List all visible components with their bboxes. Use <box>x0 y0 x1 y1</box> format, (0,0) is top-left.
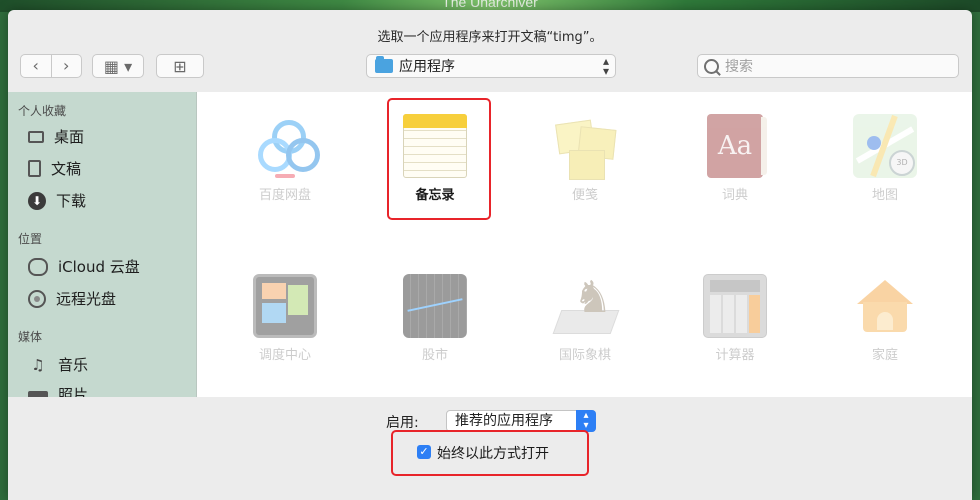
sidebar-item-music[interactable]: ♫ 音乐 <box>28 354 88 375</box>
sidebar-item-label: 下载 <box>56 192 87 210</box>
baidu-netdisk-icon <box>253 114 320 178</box>
photos-icon <box>28 390 48 397</box>
sidebar-item-label: 远程光盘 <box>56 290 117 308</box>
app-label: 国际象棋 <box>558 348 611 363</box>
sidebar-section-media: 媒体 <box>18 330 43 344</box>
back-forward-group: ‹ › <box>20 54 82 78</box>
dialog-prompt: 选取一个应用程序来打开文稿“timg”。 <box>377 30 603 45</box>
sidebar-section-locations: 位置 <box>18 232 43 246</box>
back-button[interactable]: ‹ <box>21 55 51 77</box>
always-open-label[interactable]: 始终以此方式打开 <box>437 443 549 463</box>
app-stocks[interactable]: 股市 <box>375 274 495 363</box>
documents-icon <box>28 160 41 177</box>
app-maps[interactable]: 3D 地图 <box>825 114 945 203</box>
app-baidu-netdisk[interactable]: 百度网盘 <box>225 114 345 203</box>
sidebar-item-label: 文稿 <box>51 160 82 178</box>
stickies-icon <box>553 114 617 180</box>
enable-label: 启用: <box>386 415 419 431</box>
background-window-title: The Unarchiver <box>442 0 538 10</box>
app-label: 地图 <box>871 188 898 203</box>
app-label: 备忘录 <box>415 188 455 203</box>
app-mission-control[interactable]: 调度中心 <box>225 274 345 363</box>
updown-arrows-icon: ▴ ▾ <box>576 410 596 432</box>
sidebar-item-desktop[interactable]: 桌面 <box>28 126 84 147</box>
search-field[interactable]: 搜索 <box>697 54 959 78</box>
desktop-icon <box>28 130 44 143</box>
app-label: 计算器 <box>715 348 755 363</box>
sidebar-item-documents[interactable]: 文稿 <box>28 158 81 179</box>
app-stickies[interactable]: 便笺 <box>525 114 645 203</box>
application-grid: 百度网盘 备忘录 便笺 Aa 词典 3D 地图 调度中心 股市 ♞ 国际象棋 计… <box>197 92 972 397</box>
always-open-checkbox[interactable]: ✓ <box>417 445 431 459</box>
maps-icon: 3D <box>853 114 917 178</box>
compass-label: 3D <box>889 150 915 176</box>
updown-arrows-icon: ▴ ▾ <box>602 54 609 78</box>
app-calculator[interactable]: 计算器 <box>675 274 795 363</box>
app-dictionary[interactable]: Aa 词典 <box>675 114 795 203</box>
folder-icon <box>375 56 393 73</box>
music-icon: ♫ <box>31 355 45 374</box>
app-chess[interactable]: ♞ 国际象棋 <box>525 274 645 363</box>
disc-icon <box>28 289 46 308</box>
app-label: 调度中心 <box>258 348 311 363</box>
download-icon: ⬇ <box>28 191 46 210</box>
chess-icon: ♞ <box>552 274 620 338</box>
location-label: 应用程序 <box>399 59 455 75</box>
sidebar-item-photos[interactable]: 照片 <box>28 384 88 397</box>
forward-button[interactable]: › <box>52 55 82 77</box>
enable-select[interactable]: 推荐的应用程序 ▴ ▾ <box>446 410 596 432</box>
enable-select-value: 推荐的应用程序 <box>455 413 553 429</box>
sidebar-section-favorites: 个人收藏 <box>18 104 67 118</box>
app-notes[interactable]: 备忘录 <box>375 114 495 203</box>
sidebar: 个人收藏 桌面 文稿 ⬇ 下载 位置 iCloud 云盘 远程光盘 媒体 ♫ 音… <box>8 92 197 397</box>
calculator-icon <box>703 274 767 338</box>
home-icon <box>853 274 917 338</box>
app-label: 股市 <box>421 348 448 363</box>
app-label: 百度网盘 <box>258 188 311 203</box>
stocks-icon <box>403 274 467 338</box>
sidebar-item-label: 音乐 <box>58 356 89 374</box>
new-folder-button[interactable]: ⊞ <box>156 54 204 78</box>
mission-control-icon <box>253 274 317 338</box>
app-home[interactable]: 家庭 <box>825 274 945 363</box>
view-options-button[interactable]: ▦ ▾ <box>92 54 144 78</box>
sidebar-item-label: 照片 <box>58 386 89 397</box>
icloud-icon <box>28 257 48 276</box>
location-popup[interactable]: 应用程序 ▴ ▾ <box>366 54 616 78</box>
sidebar-item-label: iCloud 云盘 <box>58 258 140 276</box>
app-label: 家庭 <box>871 348 898 363</box>
search-icon <box>704 58 719 74</box>
sidebar-item-icloud[interactable]: iCloud 云盘 <box>28 256 140 277</box>
open-with-dialog: 选取一个应用程序来打开文稿“timg”。 ‹ › ▦ ▾ ⊞ 应用程序 ▴ ▾ 搜… <box>8 10 972 500</box>
notes-icon <box>403 114 467 178</box>
search-placeholder: 搜索 <box>725 59 753 75</box>
dictionary-icon: Aa <box>707 114 767 178</box>
sidebar-item-remote-disc[interactable]: 远程光盘 <box>28 288 116 309</box>
app-label: 词典 <box>721 188 748 203</box>
sidebar-item-downloads[interactable]: ⬇ 下载 <box>28 190 86 211</box>
app-label: 便笺 <box>571 188 598 203</box>
sidebar-item-label: 桌面 <box>54 128 85 146</box>
